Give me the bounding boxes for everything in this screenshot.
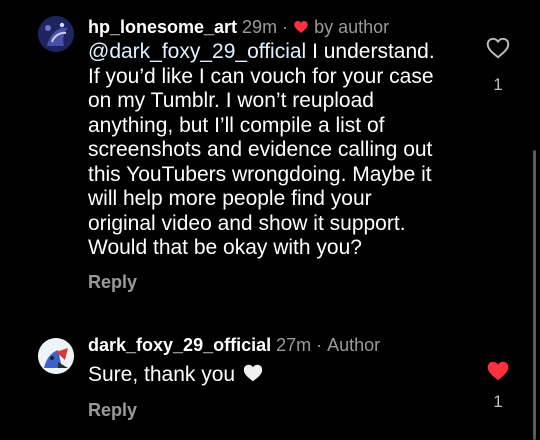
comment-username[interactable]: hp_lonesome_art xyxy=(88,16,237,38)
reply-button[interactable]: Reply xyxy=(88,400,137,421)
comment-body-line: Would that be okay with you? xyxy=(88,236,362,259)
comment-content: dark_foxy_29_official 27m · Author Sure,… xyxy=(88,334,380,388)
comment-body: Sure, thank you xyxy=(88,362,380,388)
reply-button[interactable]: Reply xyxy=(88,272,137,293)
heart-outline-icon[interactable] xyxy=(484,35,512,61)
like-count: 1 xyxy=(493,392,503,411)
comment-body-text: I understand. xyxy=(306,40,435,63)
comment-body-line: on my Tumblr. I won’t reupload xyxy=(88,89,374,112)
like-count: 1 xyxy=(493,75,503,94)
comment-header: hp_lonesome_art 29m · by author xyxy=(88,16,435,38)
comment-body-line: original video and show it support. xyxy=(88,211,406,235)
separator-dot: · xyxy=(282,17,289,37)
red-heart-icon xyxy=(294,21,308,33)
avatar[interactable] xyxy=(38,16,74,52)
comment-content: hp_lonesome_art 29m · by author @dark_fo… xyxy=(88,16,435,261)
author-label: Author xyxy=(327,335,381,355)
mention-link[interactable]: @dark_foxy_29_official xyxy=(88,40,306,63)
comment-body-line: If you’d like I can vouch for your case xyxy=(88,64,434,88)
separator-dot: · xyxy=(316,335,323,355)
comment-body-line: screenshots and evidence calling out xyxy=(88,138,433,161)
comment-body-line: will help more people find your xyxy=(88,187,372,210)
comment-body-text: Sure, thank you xyxy=(88,363,236,386)
heart-filled-icon[interactable] xyxy=(484,358,512,384)
avatar[interactable] xyxy=(38,338,74,374)
by-author-label: by author xyxy=(314,17,390,37)
comment-header: dark_foxy_29_official 27m · Author xyxy=(88,334,380,356)
comment-body-line: anything, but I’ll compile a list of xyxy=(88,113,385,137)
comment-time: 29m xyxy=(242,17,278,37)
comment-body-line: this YouTubers wrongdoing. Maybe it xyxy=(88,162,432,186)
avatar-image xyxy=(38,16,74,52)
avatar-image xyxy=(38,338,74,374)
white-heart-emoji-icon xyxy=(243,364,263,382)
comment-time: 27m xyxy=(276,335,312,355)
comment-2: dark_foxy_29_official 27m · Author Sure,… xyxy=(0,330,540,440)
comment-body: @dark_foxy_29_official I understand. If … xyxy=(88,40,435,261)
comment-username[interactable]: dark_foxy_29_official xyxy=(88,334,271,356)
comment-1: hp_lonesome_art 29m · by author @dark_fo… xyxy=(0,0,540,310)
comment-body-line: @dark_foxy_29_official I understand. xyxy=(88,40,435,65)
scrollbar[interactable] xyxy=(533,150,536,440)
